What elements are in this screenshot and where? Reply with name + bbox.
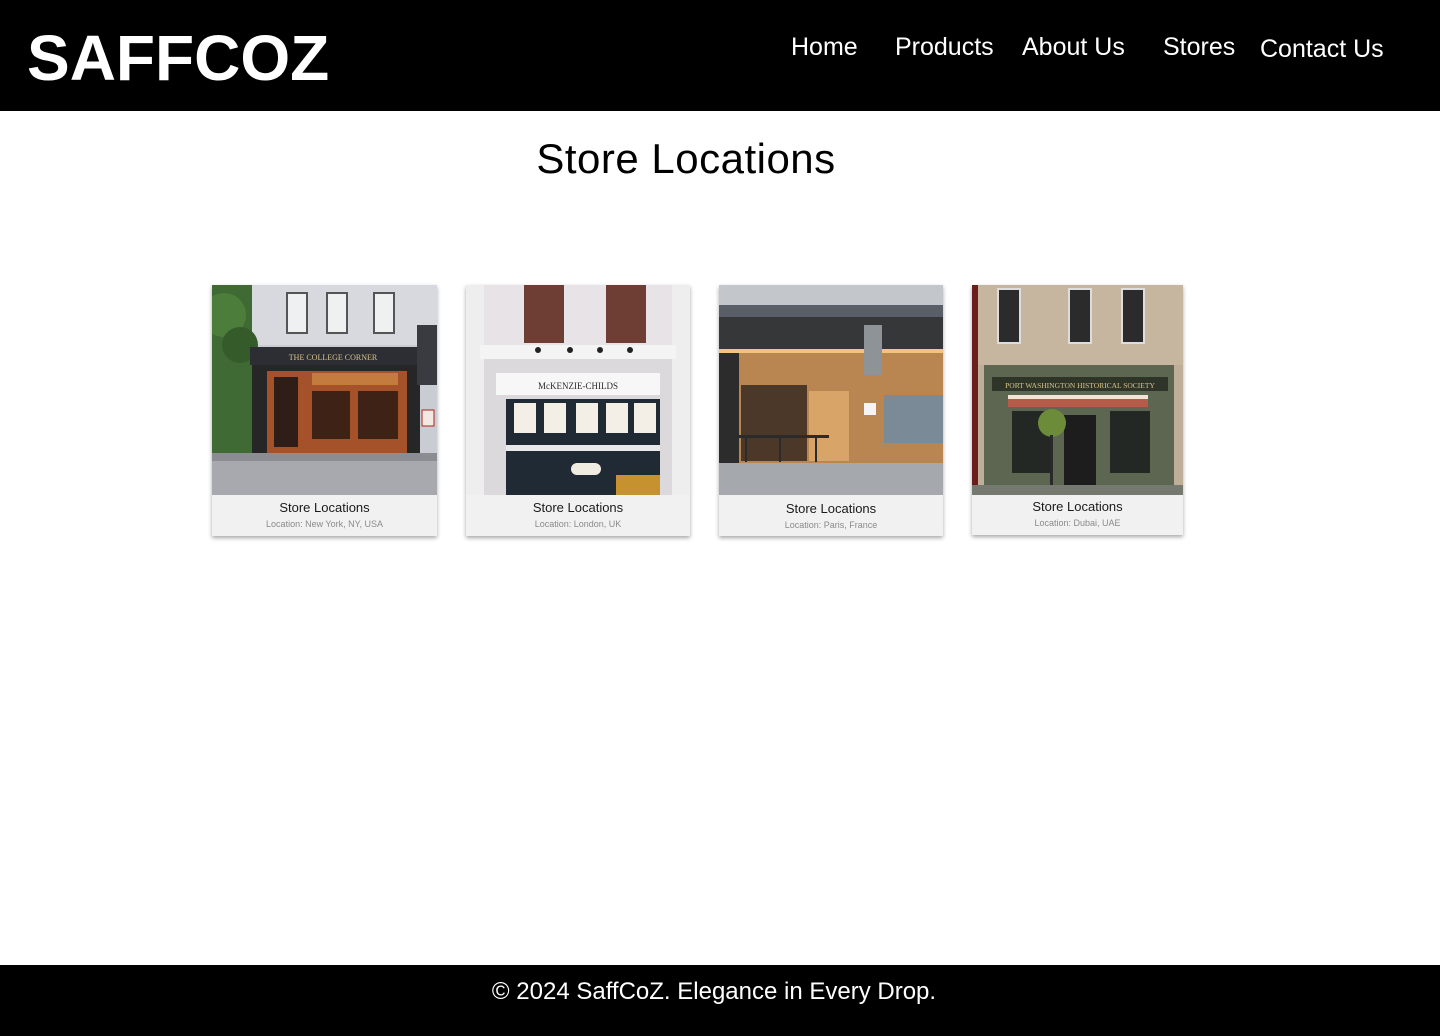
nav-home-link[interactable]: Home: [791, 32, 858, 62]
store-card-location: Location: New York, NY, USA: [266, 519, 383, 529]
store-card-location: Location: London, UK: [534, 519, 622, 529]
store-card-title: Store Locations: [279, 500, 370, 515]
site-footer: © 2024 SaffCoZ. Elegance in Every Drop.: [0, 965, 1440, 1036]
store-card-london[interactable]: McKENZIE-CHILDS Store Locations Location…: [466, 285, 690, 536]
nav-stores-link[interactable]: Stores: [1163, 32, 1235, 62]
store-card-title: Store Locations: [785, 501, 877, 516]
store-photo-paris: [719, 285, 943, 495]
store-photo-london: McKENZIE-CHILDS: [466, 285, 690, 495]
store-card-paris[interactable]: Store Locations Location: Paris, France: [719, 285, 943, 536]
store-card-new-york[interactable]: THE COLLEGE CORNER Store Locations Locat…: [212, 285, 437, 536]
store-card-title: Store Locations: [1032, 499, 1123, 514]
nav-products-link[interactable]: Products: [895, 32, 994, 62]
page-title: Store Locations: [536, 135, 836, 182]
nav-about-link[interactable]: About Us: [1022, 32, 1125, 62]
site-header: SAFFCOZ Home Products About Us Stores Co…: [0, 0, 1440, 111]
site-logo[interactable]: SAFFCOZ: [27, 22, 329, 94]
store-photo-dubai: PORT WASHINGTON HISTORICAL SOCIETY: [972, 285, 1183, 495]
store-sign-new-york: THE COLLEGE CORNER: [289, 353, 378, 362]
store-card-title: Store Locations: [532, 500, 624, 515]
store-photo-new-york: THE COLLEGE CORNER: [212, 285, 437, 495]
store-card-dubai[interactable]: PORT WASHINGTON HISTORICAL SOCIETY Store…: [972, 285, 1183, 535]
store-card-location: Location: Paris, France: [784, 520, 878, 530]
store-sign-dubai: PORT WASHINGTON HISTORICAL SOCIETY: [1005, 381, 1155, 390]
nav-contact-link[interactable]: Contact Us: [1260, 34, 1384, 64]
footer-copyright: © 2024 SaffCoZ. Elegance in Every Drop.: [491, 978, 937, 1005]
store-card-location: Location: Dubai, UAE: [1034, 518, 1121, 528]
store-sign-london: McKENZIE-CHILDS: [538, 381, 618, 391]
